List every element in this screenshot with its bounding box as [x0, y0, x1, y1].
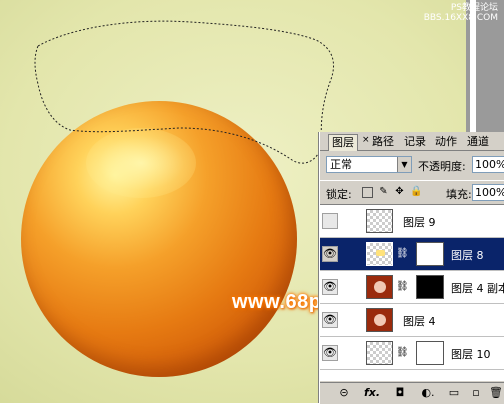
link-icon[interactable]: ⊝ — [336, 386, 352, 400]
tab-paths[interactable]: 路径 — [372, 134, 394, 150]
layer-mask-thumbnail[interactable] — [416, 275, 444, 299]
layer-row[interactable]: 👁 图层 4 — [320, 304, 504, 337]
opacity-input[interactable]: 100% — [472, 156, 504, 173]
panel-footer: ⊝ fx. ◘ ◐. ▭ ▫ 🗑 — [320, 382, 504, 404]
mask-icon[interactable]: ◘ — [392, 386, 408, 400]
layer-name: 图层 4 副本 — [451, 282, 504, 295]
layer-mask-thumbnail[interactable] — [416, 341, 444, 365]
lock-row: 锁定: ✎ ✥ 🔒 填充: 100% — [320, 180, 504, 203]
link-chain-icon: ⛓ — [396, 347, 409, 358]
fill-input[interactable]: 100% — [472, 184, 504, 201]
chevron-down-icon[interactable]: ▼ — [397, 157, 411, 172]
opacity-label: 不透明度: — [418, 160, 466, 173]
layer-thumbnail — [366, 275, 393, 299]
layer-name: 图层 8 — [451, 249, 484, 262]
layer-row[interactable]: 图层 9 — [320, 205, 504, 238]
fx-icon[interactable]: fx. — [364, 386, 380, 400]
layer-name: 图层 4 — [403, 315, 436, 328]
lock-label: 锁定: — [326, 188, 352, 201]
layer-mask-thumbnail[interactable] — [416, 242, 444, 266]
eye-icon[interactable]: 👁 — [322, 279, 338, 295]
adjustment-icon[interactable]: ◐. — [420, 386, 436, 400]
eye-icon[interactable]: 👁 — [322, 312, 338, 328]
lock-move-icon[interactable]: ✥ — [394, 186, 405, 197]
eye-icon[interactable]: 👁 — [322, 246, 338, 262]
layer-name: 图层 10 — [451, 348, 491, 361]
panel-tabs: 图层 × 路径 记录 动作 通道 — [320, 132, 504, 151]
lock-brush-icon[interactable]: ✎ — [378, 186, 389, 197]
fill-label: 填充: — [446, 188, 472, 201]
new-layer-icon[interactable]: ▫ — [468, 386, 484, 400]
tab-actions[interactable]: 动作 — [435, 134, 457, 150]
tab-history[interactable]: 记录 — [404, 134, 426, 150]
layer-thumbnail — [366, 308, 393, 332]
tab-layers[interactable]: 图层 — [328, 134, 358, 151]
link-chain-icon: ⛓ — [396, 281, 409, 292]
layers-list[interactable]: 图层 9 👁 ⛓ 图层 8 👁 ⛓ 图层 4 副本 👁 图层 4 👁 ⛓ 图层 … — [320, 204, 504, 381]
layer-thumbnail — [366, 341, 393, 365]
lock-transparency-icon[interactable] — [362, 187, 373, 198]
eye-icon[interactable]: 👁 — [322, 345, 338, 361]
layer-name: 图层 9 — [403, 216, 436, 229]
layer-row[interactable]: 👁 ⛓ 图层 10 — [320, 337, 504, 370]
tab-channels[interactable]: 通道 — [467, 134, 489, 150]
layer-thumbnail — [366, 209, 393, 233]
layer-row[interactable]: 👁 ⛓ 图层 4 副本 — [320, 271, 504, 304]
layers-panel[interactable]: 图层 × 路径 记录 动作 通道 正常 ▼ 不透明度: 100% 锁定: ✎ ✥… — [319, 132, 504, 404]
trash-icon[interactable]: 🗑 — [488, 386, 504, 400]
visibility-toggle[interactable] — [322, 213, 338, 229]
folder-icon[interactable]: ▭ — [446, 386, 462, 400]
close-icon[interactable]: × — [362, 135, 370, 145]
link-chain-icon: ⛓ — [396, 248, 409, 259]
layer-thumbnail — [366, 242, 393, 266]
layer-row-selected[interactable]: 👁 ⛓ 图层 8 — [320, 238, 504, 271]
lock-all-icon[interactable]: 🔒 — [410, 186, 422, 197]
blend-mode-select[interactable]: 正常 ▼ — [326, 156, 412, 173]
blend-mode-value: 正常 — [330, 158, 352, 171]
blend-row: 正常 ▼ 不透明度: 100% — [320, 154, 504, 176]
